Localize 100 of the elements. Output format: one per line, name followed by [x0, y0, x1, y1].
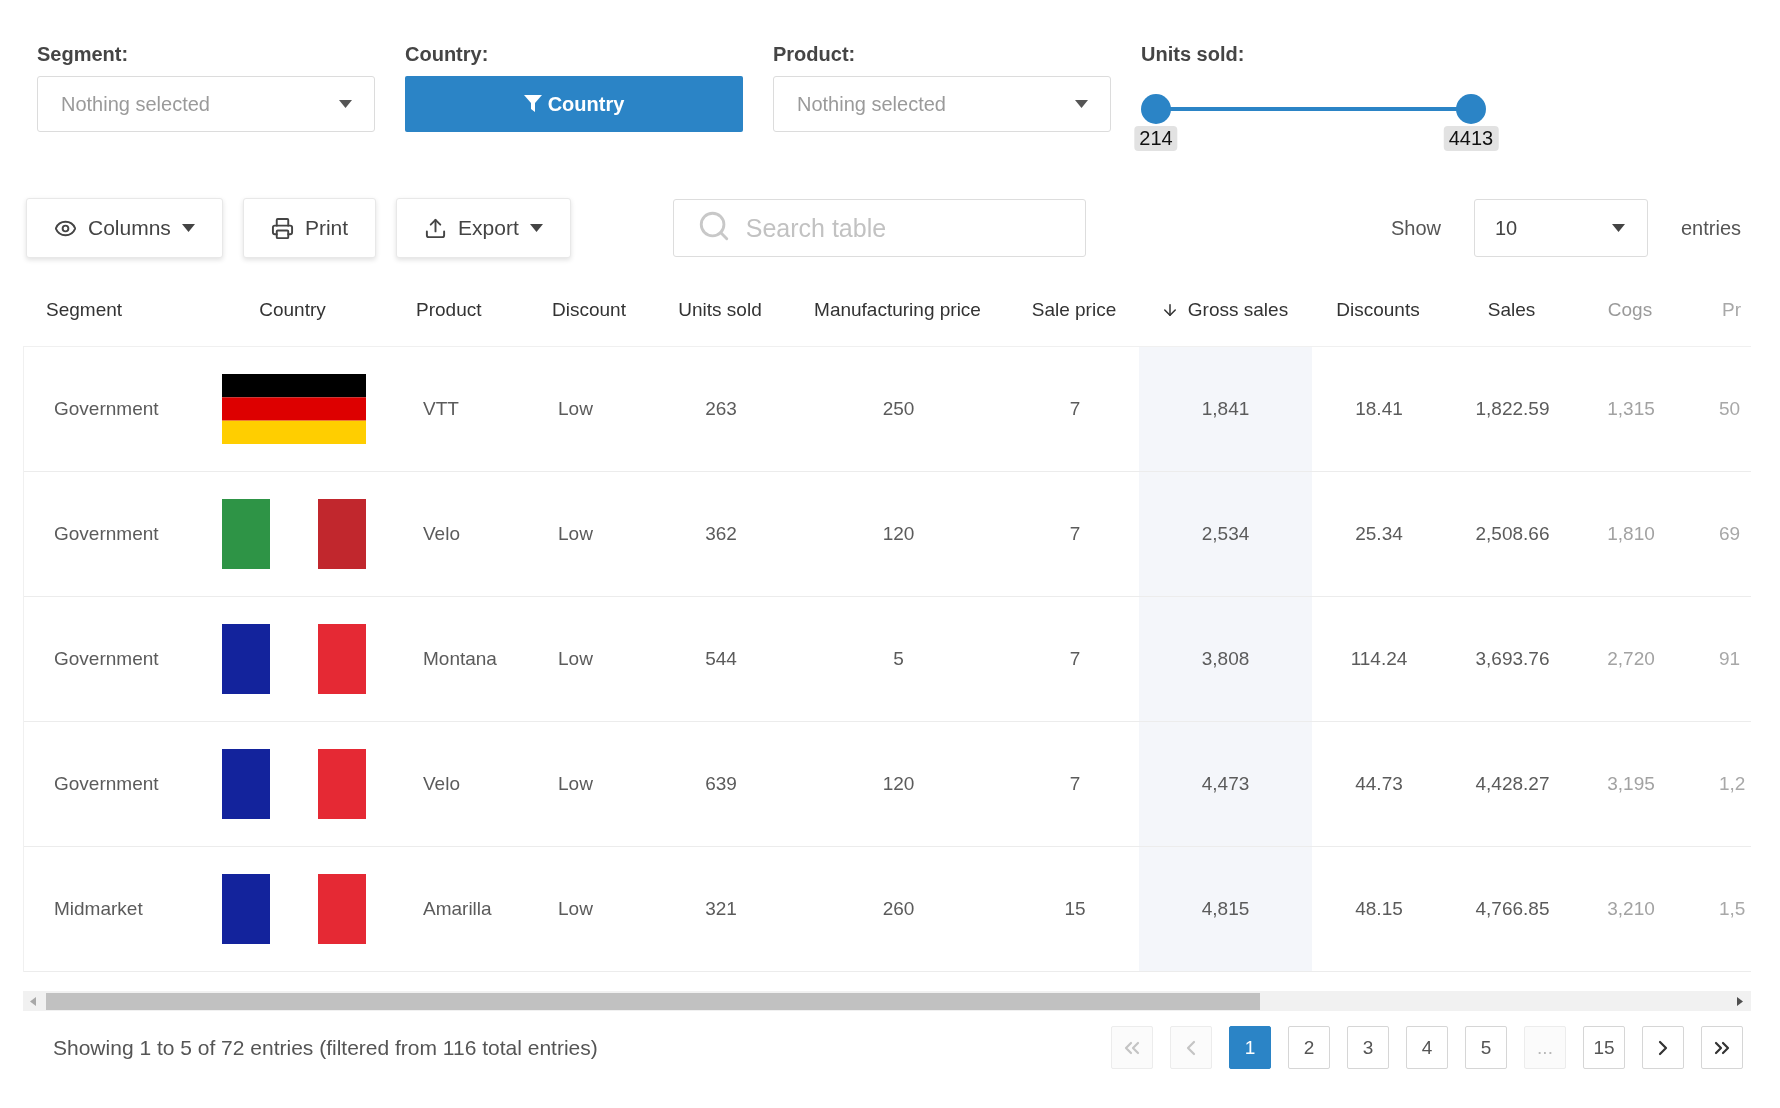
column-header[interactable]: Manufacturing price — [814, 299, 981, 321]
caret-down-icon — [181, 224, 195, 232]
table-cell-text: Government — [53, 397, 160, 421]
table-cell-text: 7 — [1068, 522, 1082, 546]
table-cell-text: 639 — [704, 772, 738, 796]
page-ellipsis: ... — [1524, 1026, 1566, 1069]
table-cell-text: 321 — [704, 897, 738, 921]
page-button[interactable]: 3 — [1347, 1026, 1389, 1069]
page-button[interactable]: 2 — [1288, 1026, 1330, 1069]
toolbar-button[interactable]: Export — [396, 198, 571, 258]
table-cell-text: Low — [557, 897, 594, 921]
filter-label: Segment: — [37, 42, 129, 66]
toolbar-button[interactable]: Columns — [26, 198, 223, 258]
table-cell-text: Low — [557, 647, 594, 671]
table-cell-text: 260 — [881, 897, 916, 921]
flag-icon — [221, 874, 366, 944]
filter-button[interactable]: Country — [405, 76, 743, 132]
table-cell: 4,473 — [1139, 722, 1312, 846]
column-header[interactable]: Product — [416, 299, 482, 321]
next-page-button[interactable] — [1642, 1026, 1684, 1069]
table-cell-text: 2,508.66 — [1474, 522, 1551, 546]
table-cell: 1,841 — [1139, 347, 1312, 471]
table-cell-text: 91 — [1718, 647, 1742, 671]
table-cell-text: 1,2 — [1718, 772, 1747, 796]
table-cell-text: 1,822.59 — [1474, 397, 1551, 421]
table-cell-text: 5 — [892, 647, 905, 671]
column-header[interactable]: Sales — [1487, 299, 1536, 321]
slider-value: 214 — [1134, 126, 1178, 151]
table-cell: 4,815 — [1139, 847, 1312, 971]
column-header[interactable]: Units sold — [678, 299, 762, 321]
entries-label: entries — [1680, 216, 1741, 240]
table-cell-text: Government — [53, 522, 160, 546]
page-button[interactable]: 15 — [1583, 1026, 1625, 1069]
slider-value: 4413 — [1443, 126, 1499, 151]
column-header[interactable]: Discounts — [1336, 299, 1420, 321]
toolbar-button[interactable]: Print — [242, 198, 377, 258]
table-cell-text: 50 — [1718, 397, 1742, 421]
entries-info: Showing 1 to 5 of 72 entries (filtered from 116 total entries) — [53, 1035, 598, 1060]
table-cell-text: 48.15 — [1354, 897, 1404, 921]
left-triangle-icon — [30, 996, 36, 1006]
column-header[interactable]: Segment — [46, 299, 123, 321]
table-cell-text: Government — [53, 647, 160, 671]
table-cell-text: 544 — [704, 647, 738, 671]
column-header[interactable]: Sale price — [1031, 299, 1117, 321]
flag-icon — [221, 374, 366, 444]
table-cell-text: 362 — [704, 522, 738, 546]
table-cell-text: 120 — [881, 772, 916, 796]
table-cell-text: Velo — [422, 772, 461, 796]
filter-icon — [523, 95, 542, 113]
table-cell: 2,534 — [1139, 472, 1312, 596]
horizontal-scrollbar[interactable] — [23, 991, 1751, 1011]
table-cell-text: 3,210 — [1606, 897, 1656, 921]
search-field[interactable]: Search table — [672, 199, 1086, 257]
table-cell-text: Midmarket — [53, 897, 144, 921]
table-cell-text: 120 — [881, 522, 916, 546]
table-cell-text: 7 — [1068, 772, 1082, 796]
show-label: Show — [1390, 216, 1441, 240]
scrollbar-thumb[interactable] — [46, 992, 1260, 1010]
column-header[interactable]: Gross sales — [1160, 299, 1289, 321]
table-cell-text: 44.73 — [1354, 772, 1404, 796]
column-header[interactable]: Discount — [552, 299, 626, 321]
table-cell-text: 3,195 — [1606, 772, 1656, 796]
table-cell: 3,808 — [1139, 597, 1312, 721]
caret-down-icon — [339, 100, 352, 108]
right-triangle-icon — [1737, 996, 1743, 1006]
range-slider[interactable] — [1141, 94, 1486, 124]
table-cell-text: 114.24 — [1349, 647, 1409, 671]
slider-thumb[interactable] — [1141, 94, 1171, 124]
last-page-button[interactable] — [1701, 1026, 1743, 1069]
table-cell-text: 15 — [1063, 897, 1087, 921]
table-cell-text: 263 — [704, 397, 738, 421]
table-cell-text: 1,315 — [1606, 397, 1656, 421]
table-cell-text: Velo — [422, 522, 461, 546]
table-cell-text: 7 — [1068, 647, 1082, 671]
upload-icon — [424, 216, 448, 240]
column-header[interactable]: Country — [259, 299, 326, 321]
page-button[interactable]: 5 — [1465, 1026, 1507, 1069]
filter-label: Country: — [405, 42, 489, 66]
page-button[interactable]: 1 — [1229, 1026, 1271, 1069]
table-cell-text: 3,693.76 — [1474, 647, 1551, 671]
table-cell-text: 2,720 — [1606, 647, 1656, 671]
table-cell-text: 25.34 — [1354, 522, 1404, 546]
table-cell-text: Low — [557, 772, 594, 796]
table-cell-text: Low — [557, 397, 594, 421]
table-cell-text: VTT — [422, 397, 460, 421]
page-button[interactable]: 4 — [1406, 1026, 1448, 1069]
table-cell-text: 250 — [881, 397, 916, 421]
caret-down-icon — [529, 224, 543, 232]
table-cell-text: 4,428.27 — [1474, 772, 1551, 796]
filter-label: Units sold: — [1141, 42, 1245, 66]
page-size-select[interactable]: 10 — [1473, 199, 1648, 257]
table-cell-text: 7 — [1068, 397, 1082, 421]
caret-down-icon — [1075, 100, 1088, 108]
printer-icon — [270, 216, 294, 240]
slider-thumb[interactable] — [1456, 94, 1486, 124]
table-cell-text: 1,5 — [1718, 897, 1747, 921]
table-cell-text: Montana — [422, 647, 498, 671]
flag-icon — [221, 624, 366, 694]
table-cell-text: 69 — [1718, 522, 1742, 546]
table-cell-text: 1,810 — [1606, 522, 1656, 546]
